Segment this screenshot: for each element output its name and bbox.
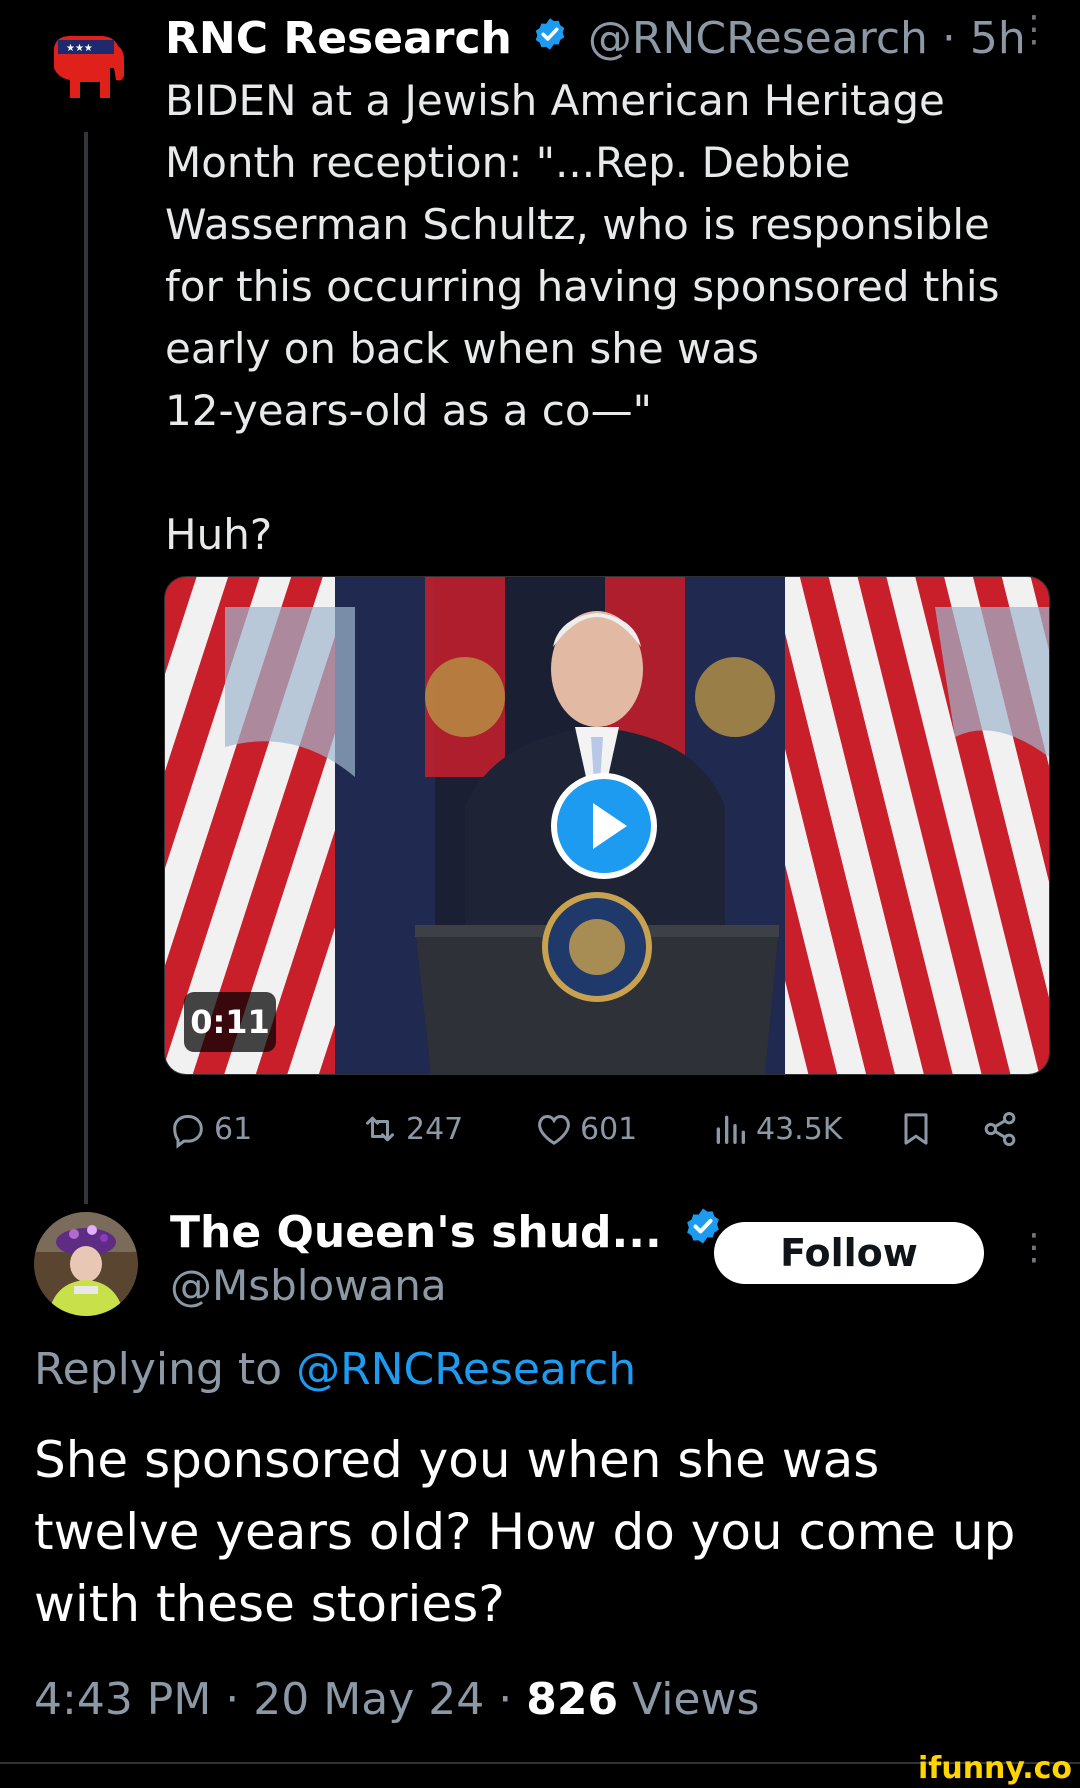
repost-action[interactable]: 247 <box>360 1106 463 1152</box>
ifunny-watermark: ifunny.co <box>918 1751 1072 1786</box>
play-icon <box>593 803 627 849</box>
tweet-text: BIDEN at a Jewish American Heritage Mont… <box>165 76 1000 559</box>
share-action[interactable] <box>980 1106 1020 1152</box>
reply-views-label: Views <box>632 1674 760 1725</box>
reply-author-name[interactable]: The Queen's shud... <box>170 1207 662 1258</box>
author-handle[interactable]: @RNCResearch <box>588 13 928 64</box>
rnc-avatar[interactable]: ★★★ <box>44 24 126 120</box>
thread-connector-line <box>84 132 88 1204</box>
views-count: 43.5K <box>756 1111 843 1147</box>
reply-action[interactable]: 61 <box>168 1106 252 1152</box>
replying-to-line: Replying to @RNCResearch <box>34 1342 636 1398</box>
more-icon[interactable]: ⋮ <box>1016 1230 1052 1266</box>
header-separator: · <box>941 13 956 64</box>
queen-avatar-image <box>34 1212 138 1316</box>
reply-metadata: 4:43 PM · 20 May 24 · 826 Views <box>34 1672 759 1728</box>
reply-views-count: 826 <box>526 1674 619 1725</box>
author-name[interactable]: RNC Research <box>165 13 512 64</box>
play-button[interactable] <box>551 773 657 879</box>
rnc-elephant-logo: ★★★ <box>44 30 126 114</box>
reply-date[interactable]: 20 May 24 <box>253 1674 484 1725</box>
reply-time[interactable]: 4:43 PM <box>34 1674 211 1725</box>
verified-badge-icon <box>532 12 568 64</box>
reply-count: 61 <box>214 1111 253 1147</box>
replying-to-link[interactable]: @RNCResearch <box>296 1344 636 1395</box>
views-action[interactable]: 43.5K <box>710 1106 842 1152</box>
like-icon <box>538 1114 570 1145</box>
repost-count: 247 <box>406 1111 464 1147</box>
meta-separator: · <box>225 1674 240 1725</box>
reply-author-row: The Queen's shud... <box>170 1204 729 1266</box>
meta-separator: · <box>498 1674 513 1725</box>
video-duration: 0:11 <box>184 992 276 1052</box>
repost-icon <box>366 1116 394 1142</box>
reply-icon <box>173 1115 203 1149</box>
like-action[interactable]: 601 <box>534 1106 637 1152</box>
bookmark-icon <box>904 1113 928 1145</box>
reply-text: She sponsored you when she was twelve ye… <box>34 1431 1016 1633</box>
bookmark-action[interactable] <box>896 1106 936 1152</box>
reply-author-handle[interactable]: @Msblowana <box>170 1260 447 1312</box>
like-count: 601 <box>580 1111 638 1147</box>
more-icon[interactable]: ⋮ <box>1016 12 1052 48</box>
follow-button[interactable]: Follow <box>714 1222 984 1284</box>
views-icon <box>716 1115 745 1144</box>
share-icon <box>984 1112 1016 1146</box>
tweet-header: RNC Research @RNCResearch · 5h <box>165 12 1026 70</box>
replying-prefix: Replying to <box>34 1344 283 1395</box>
svg-text:★★★: ★★★ <box>66 43 93 54</box>
reply-avatar[interactable] <box>34 1212 138 1316</box>
